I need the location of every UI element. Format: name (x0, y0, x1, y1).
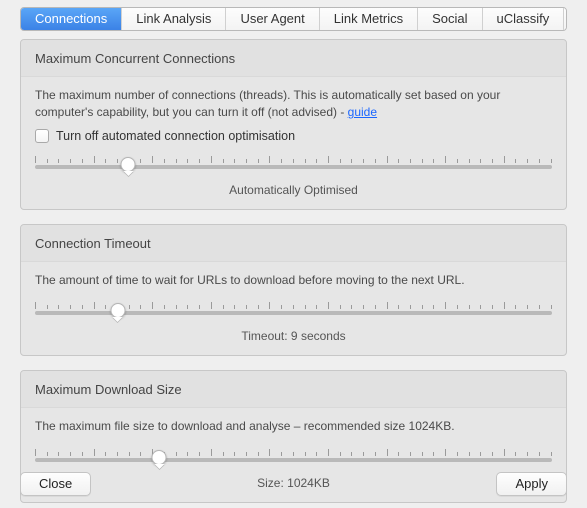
slider-ticks (35, 156, 552, 163)
guide-link[interactable]: guide (348, 105, 377, 119)
panels-container: Maximum Concurrent Connections The maxim… (0, 31, 587, 503)
panel-max-connections: Maximum Concurrent Connections The maxim… (20, 39, 567, 210)
slider-timeout[interactable] (35, 299, 552, 319)
checkbox-auto-optimise[interactable] (35, 129, 49, 143)
slider-ticks (35, 449, 552, 456)
slider-caption: Automatically Optimised (35, 183, 552, 197)
tab-connections[interactable]: Connections (21, 8, 122, 30)
tab-link-metrics[interactable]: Link Metrics (320, 8, 418, 30)
slider-thumb[interactable] (121, 157, 136, 172)
checkbox-label: Turn off automated connection optimisati… (56, 129, 295, 143)
desc-text: The maximum number of connections (threa… (35, 88, 500, 119)
close-button[interactable]: Close (20, 472, 91, 496)
tab-social[interactable]: Social (418, 8, 482, 30)
apply-button[interactable]: Apply (496, 472, 567, 496)
slider-thumb[interactable] (152, 450, 167, 465)
slider-max-connections[interactable] (35, 153, 552, 173)
footer-buttons: Close Apply (0, 472, 587, 496)
checkbox-row-auto-optimise[interactable]: Turn off automated connection optimisati… (35, 129, 552, 143)
tab-link-analysis[interactable]: Link Analysis (122, 8, 226, 30)
slider-download-size[interactable] (35, 446, 552, 466)
tab-user-agent[interactable]: User Agent (226, 8, 319, 30)
download-description: The maximum file size to download and an… (35, 418, 552, 435)
max-connections-description: The maximum number of connections (threa… (35, 87, 552, 122)
slider-thumb[interactable] (110, 303, 125, 318)
slider-caption: Timeout: 9 seconds (35, 329, 552, 343)
slider-track (35, 458, 552, 462)
tab-uclassify[interactable]: uClassify (483, 8, 565, 30)
panel-title: Maximum Concurrent Connections (21, 40, 566, 77)
panel-connection-timeout: Connection Timeout The amount of time to… (20, 224, 567, 356)
panel-title: Connection Timeout (21, 225, 566, 262)
timeout-description: The amount of time to wait for URLs to d… (35, 272, 552, 289)
slider-track (35, 165, 552, 169)
panel-title: Maximum Download Size (21, 371, 566, 408)
tab-proxies[interactable]: Proxies (564, 8, 567, 30)
tab-bar: Connections Link Analysis User Agent Lin… (20, 7, 567, 31)
